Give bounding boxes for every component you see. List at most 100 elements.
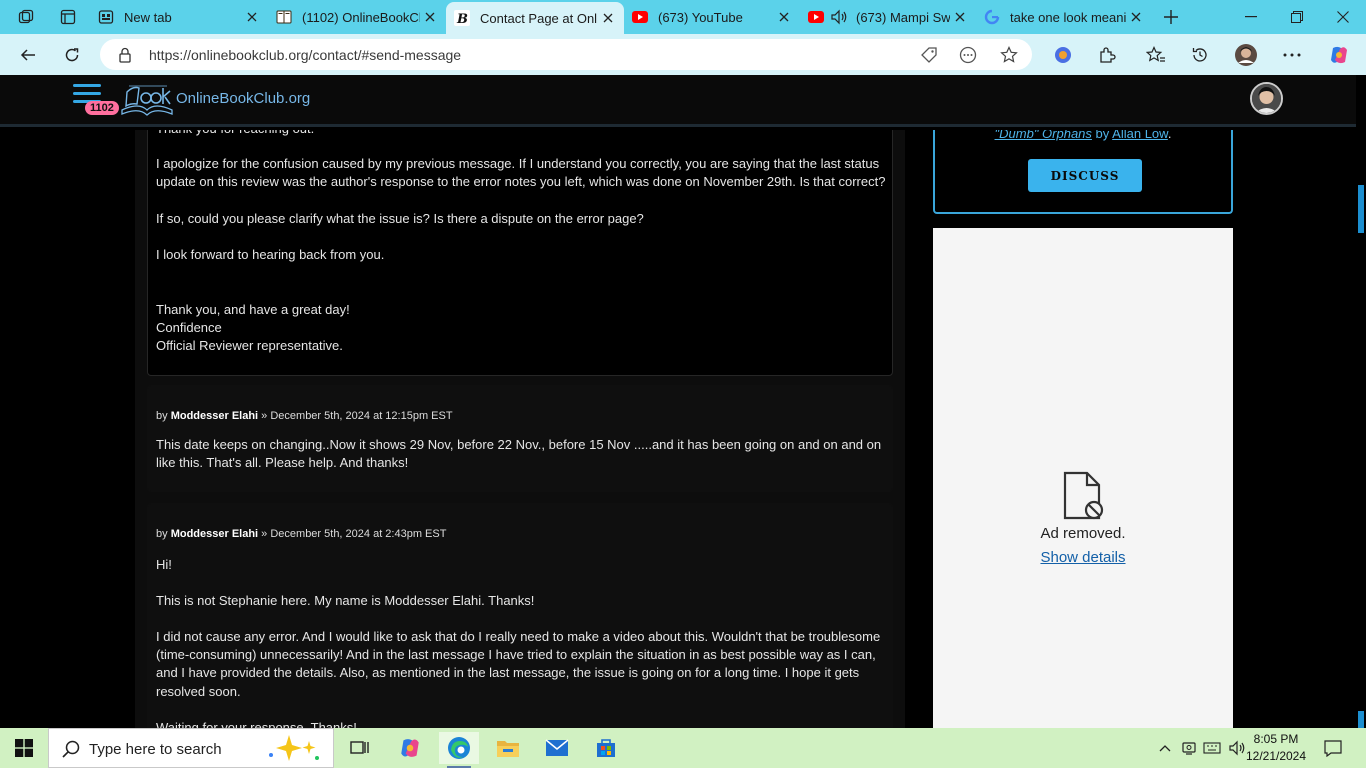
mail-icon[interactable] xyxy=(537,732,577,764)
svg-text:B: B xyxy=(456,12,468,26)
tab-onlinebookclub[interactable]: (1102) OnlineBookClub xyxy=(268,0,446,34)
tab-youtube-playing[interactable]: (673) Mampi Swift xyxy=(800,0,976,34)
message-card: Thank you for reaching out. I apologize … xyxy=(147,130,893,376)
profile-avatar-icon[interactable] xyxy=(1233,42,1259,68)
tab-youtube[interactable]: (673) YouTube xyxy=(624,0,800,34)
book-author[interactable]: Allan Low xyxy=(1112,130,1168,141)
page-scrollbar[interactable] xyxy=(1356,75,1366,728)
close-window-icon[interactable] xyxy=(1320,0,1366,34)
message-card: by Moddesser Elahi » December 5th, 2024 … xyxy=(147,503,893,728)
close-icon[interactable] xyxy=(1126,7,1146,27)
speaker-icon[interactable] xyxy=(830,9,848,25)
ad-removed-text: Ad removed. xyxy=(1040,525,1126,542)
site-name[interactable]: OnlineBookClub.org xyxy=(176,90,310,107)
close-icon[interactable] xyxy=(420,7,440,27)
message-text: Waiting for your response. Thanks! xyxy=(156,720,357,728)
message-author[interactable]: Moddesser Elahi xyxy=(171,528,258,540)
url-field[interactable]: https://onlinebookclub.org/contact/#send… xyxy=(100,39,1032,70)
tab-title: (1102) OnlineBookClub xyxy=(302,9,420,25)
site-header: 1102 OnlineBookClub.org xyxy=(0,75,1356,127)
taskbar-search-input[interactable]: Type here to search xyxy=(48,728,334,768)
book-logo-icon[interactable] xyxy=(119,80,175,118)
book-title[interactable]: "Dumb" Orphans xyxy=(995,130,1092,141)
extension-badge-icon[interactable] xyxy=(1050,42,1076,68)
refresh-icon[interactable] xyxy=(57,40,87,70)
notification-badge[interactable]: 1102 xyxy=(85,101,119,115)
search-icon xyxy=(62,740,80,763)
message-text: I look forward to hearing back from you. xyxy=(156,247,385,262)
windows-start-icon[interactable] xyxy=(0,728,48,768)
tab-contact-page[interactable]: B Contact Page at OnlineBookClub xyxy=(446,2,624,34)
browser-tab-bar: New tab (1102) OnlineBookClub B Contact … xyxy=(0,0,1366,34)
tab-actions-icon[interactable] xyxy=(55,5,81,29)
page-content: Thank you for reaching out. I apologize … xyxy=(0,130,1356,728)
message-meta: by Moddesser Elahi » December 5th, 2024 … xyxy=(156,410,453,422)
message-text: I apologize for the confusion caused by … xyxy=(156,156,886,190)
history-icon[interactable] xyxy=(1187,42,1213,68)
close-icon[interactable] xyxy=(950,7,970,27)
tab-title: New tab xyxy=(124,9,172,25)
chevron-up-icon[interactable] xyxy=(1154,736,1176,760)
message-thread: Thank you for reaching out. I apologize … xyxy=(135,130,905,728)
keyboard-language-icon[interactable] xyxy=(1201,736,1223,760)
tab-title: (673) YouTube xyxy=(658,9,743,25)
menu-dots-icon[interactable] xyxy=(1279,42,1305,68)
copilot-taskbar-icon[interactable] xyxy=(390,732,430,764)
microsoft-store-icon[interactable] xyxy=(586,732,626,764)
copilot-icon[interactable] xyxy=(1326,42,1352,68)
message-meta: by Moddesser Elahi » December 5th, 2024 … xyxy=(156,528,447,540)
edge-browser-icon[interactable] xyxy=(439,732,479,768)
url-text[interactable]: https://onlinebookclub.org/contact/#send… xyxy=(149,47,461,63)
ad-placeholder: Ad removed. Show details xyxy=(933,228,1233,728)
user-avatar[interactable] xyxy=(1250,82,1283,115)
favorite-star-icon[interactable] xyxy=(1000,46,1018,64)
youtube-icon xyxy=(632,9,648,25)
scrollbar-thumb[interactable] xyxy=(1358,185,1364,233)
tab-title: Contact Page at OnlineBookClub xyxy=(480,10,598,26)
lock-icon[interactable] xyxy=(116,46,134,64)
show-details-link[interactable]: Show details xyxy=(933,549,1233,566)
taskbar-clock[interactable]: 8:05 PM 12/21/2024 xyxy=(1241,731,1311,765)
sparkle-search-icon[interactable] xyxy=(265,733,323,768)
task-view-icon[interactable] xyxy=(340,732,380,764)
tag-icon[interactable] xyxy=(920,46,938,64)
book-promo-link[interactable]: "Dumb" Orphans by Allan Low. xyxy=(935,130,1231,141)
youtube-icon xyxy=(808,9,824,25)
book-icon xyxy=(276,9,292,25)
message-signature: Confidence xyxy=(156,320,222,335)
obc-icon: B xyxy=(454,10,470,26)
close-icon[interactable] xyxy=(598,8,618,28)
newtab-icon xyxy=(98,9,114,25)
message-text: This is not Stephanie here. My name is M… xyxy=(156,593,535,608)
message-author[interactable]: Moddesser Elahi xyxy=(171,410,258,422)
close-icon[interactable] xyxy=(242,7,262,27)
clock-time: 8:05 PM xyxy=(1253,732,1299,746)
new-tab-icon[interactable] xyxy=(1158,5,1184,29)
google-icon xyxy=(984,9,1000,25)
message-text: If so, could you please clarify what the… xyxy=(156,211,644,226)
message-text: I did not cause any error. And I would l… xyxy=(156,629,881,699)
search-placeholder: Type here to search xyxy=(89,741,222,758)
blocked-file-icon xyxy=(1061,471,1105,521)
extensions-icon[interactable] xyxy=(1094,42,1120,68)
message-signoff: Thank you, and have a great day! xyxy=(156,302,350,317)
message-text: Hi! xyxy=(156,557,172,572)
tab-google-search[interactable]: take one look meaning xyxy=(976,0,1152,34)
scrollbar-track-end[interactable] xyxy=(1358,711,1364,728)
minimize-icon[interactable] xyxy=(1228,0,1274,34)
notification-center-icon[interactable] xyxy=(1322,736,1344,760)
message-signature-title: Official Reviewer representative. xyxy=(156,338,343,353)
more-page-icon[interactable] xyxy=(959,46,977,64)
close-icon[interactable] xyxy=(774,7,794,27)
tab-title: (673) Mampi Swift xyxy=(856,9,950,25)
discuss-button[interactable]: DISCUSS xyxy=(1028,159,1142,192)
message-date: » December 5th, 2024 at 12:15pm EST xyxy=(261,410,453,422)
back-icon[interactable] xyxy=(13,40,43,70)
restore-icon[interactable] xyxy=(1274,0,1320,34)
workspaces-icon[interactable] xyxy=(13,5,39,29)
network-icon[interactable] xyxy=(1178,736,1200,760)
tab-title: take one look meaning xyxy=(1010,9,1126,25)
tab-new-tab[interactable]: New tab xyxy=(90,0,268,34)
file-explorer-icon[interactable] xyxy=(488,732,528,764)
favorites-icon[interactable] xyxy=(1143,42,1169,68)
